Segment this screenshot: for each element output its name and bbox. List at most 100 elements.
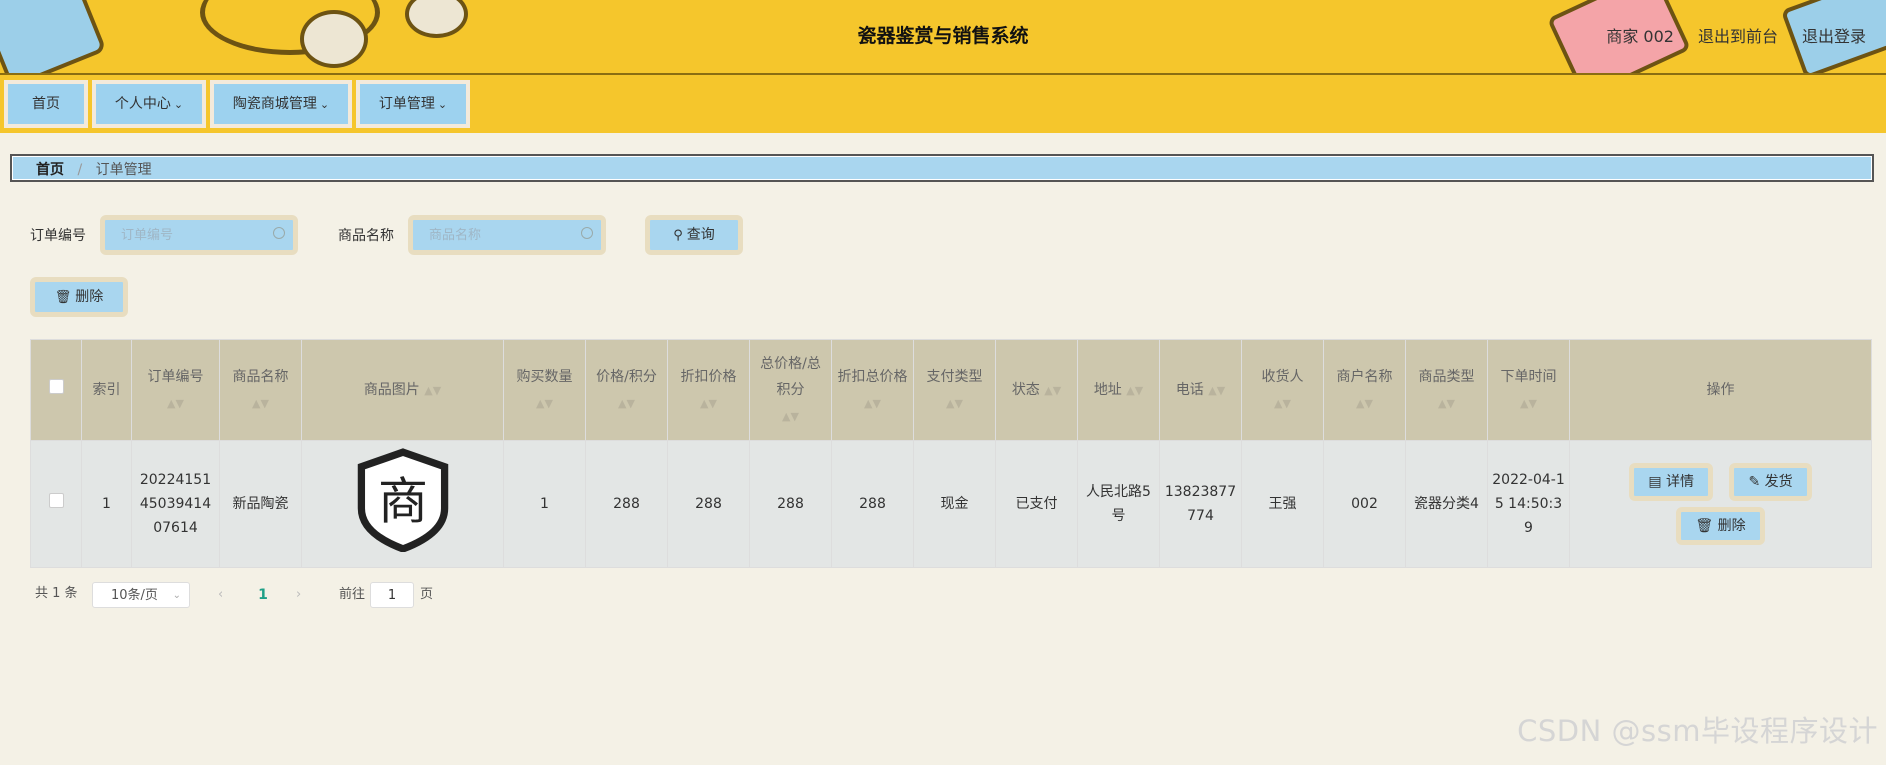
sort-icon[interactable]: ▲▼ xyxy=(1044,378,1061,404)
cell-quantity: 1 xyxy=(503,440,586,568)
detail-button[interactable]: ▤ 详情 xyxy=(1629,463,1714,501)
breadcrumb-home[interactable]: 首页 xyxy=(36,162,64,178)
col-label: 商品图片 xyxy=(363,381,420,398)
col-index: 索引 xyxy=(81,339,132,441)
sort-icon[interactable]: ▲▼ xyxy=(167,391,184,417)
col-label: 订单编号 xyxy=(147,368,204,385)
search-icon xyxy=(581,227,593,239)
col-address[interactable]: 地址 ▲▼ xyxy=(1077,339,1160,441)
col-label: 商品类型 xyxy=(1418,368,1475,385)
row-select-cell xyxy=(30,440,82,568)
sort-icon[interactable]: ▲▼ xyxy=(700,391,717,417)
sort-icon[interactable]: ▲▼ xyxy=(1438,391,1455,417)
sort-icon[interactable]: ▲▼ xyxy=(1520,391,1537,417)
col-product-image[interactable]: 商品图片 ▲▼ xyxy=(301,339,504,441)
detail-button-label: 详情 xyxy=(1666,474,1695,490)
col-product-type[interactable]: 商品类型 ▲▼ xyxy=(1405,339,1488,441)
sort-icon[interactable]: ▲▼ xyxy=(1356,391,1373,417)
bulk-delete-button[interactable]: 🗑 删除 xyxy=(30,277,128,317)
ship-button[interactable]: ✎ 发货 xyxy=(1729,463,1812,501)
orders-table-wrap: 索引 订单编号 ▲▼ 商品名称 ▲▼ 商品图片 ▲▼ 购买数量 ▲▼ 价格/积分 ▲▼… xyxy=(30,339,1872,568)
col-price-points[interactable]: 价格/积分 ▲▼ xyxy=(585,339,668,441)
ship-button-label: 发货 xyxy=(1764,474,1793,490)
sort-icon[interactable]: ▲▼ xyxy=(782,404,799,430)
col-total-price-points[interactable]: 总价格/总积分 ▲▼ xyxy=(749,339,832,441)
chevron-down-icon: ⌄ xyxy=(172,590,181,601)
breadcrumb-current: 订单管理 xyxy=(95,162,152,178)
col-actions: 操作 xyxy=(1569,339,1872,441)
col-label: 价格/积分 xyxy=(596,368,657,385)
order-no-label: 订单编号 xyxy=(30,228,86,244)
search-icon: ⚲ xyxy=(673,228,683,243)
query-button[interactable]: ⚲ 查询 xyxy=(645,215,743,255)
cell-total-price-points: 288 xyxy=(749,440,832,568)
col-label: 总价格/总积分 xyxy=(760,355,821,398)
logout-link[interactable]: 退出登录 xyxy=(1802,23,1866,47)
cell-receiver: 王强 xyxy=(1241,440,1324,568)
col-quantity[interactable]: 购买数量 ▲▼ xyxy=(503,339,586,441)
trash-icon: 🗑 xyxy=(54,290,72,305)
sort-icon[interactable]: ▲▼ xyxy=(536,391,553,417)
shop-shield-icon: 商 xyxy=(357,448,448,552)
row-checkbox[interactable] xyxy=(48,493,64,508)
cell-price-points: 288 xyxy=(585,440,668,568)
sort-icon[interactable]: ▲▼ xyxy=(424,378,441,404)
col-label: 电话 xyxy=(1175,381,1204,398)
cell-product-type: 瓷器分类4 xyxy=(1405,440,1488,568)
nav-item-label: 首页 xyxy=(32,96,60,112)
order-no-input[interactable] xyxy=(105,220,271,250)
table-row: 1 2022415145039414 07614 新品陶瓷 商 1 288 28… xyxy=(30,440,1872,568)
sort-icon[interactable]: ▲▼ xyxy=(864,391,881,417)
select-all-checkbox[interactable] xyxy=(48,379,64,394)
sort-icon[interactable]: ▲▼ xyxy=(946,391,963,417)
next-page-icon[interactable]: › xyxy=(296,582,301,608)
chevron-down-icon: ⌄ xyxy=(437,98,448,111)
bulk-delete-label: 删除 xyxy=(75,289,104,305)
col-phone[interactable]: 电话 ▲▼ xyxy=(1159,339,1242,441)
header-bar: 瓷器鉴赏与销售系统 商家 002 退出到前台 退出登录 xyxy=(0,0,1886,75)
col-discount-total[interactable]: 折扣总价格 ▲▼ xyxy=(831,339,914,441)
document-icon: ▤ xyxy=(1648,474,1662,490)
col-label: 支付类型 xyxy=(926,368,983,385)
col-discount-price[interactable]: 折扣价格 ▲▼ xyxy=(667,339,750,441)
edit-icon: ✎ xyxy=(1748,474,1761,490)
col-status[interactable]: 状态 ▲▼ xyxy=(995,339,1078,441)
col-receiver[interactable]: 收货人 ▲▼ xyxy=(1241,339,1324,441)
goto-page-input[interactable]: 1 xyxy=(370,582,414,608)
product-name-input[interactable] xyxy=(413,220,579,250)
nav-item-order-management[interactable]: 订单管理 ⌄ xyxy=(356,80,470,128)
cell-actions: ▤ 详情 ✎ 发货 🗑 删除 xyxy=(1569,440,1872,568)
row-delete-button[interactable]: 🗑 删除 xyxy=(1676,507,1765,545)
cell-merchant-name: 002 xyxy=(1323,440,1406,568)
chevron-down-icon: ⌄ xyxy=(173,98,184,111)
sort-icon[interactable]: ▲▼ xyxy=(1208,378,1225,404)
nav-item-ceramics-mall[interactable]: 陶瓷商城管理 ⌄ xyxy=(210,80,352,128)
sort-icon[interactable]: ▲▼ xyxy=(618,391,635,417)
product-name-search xyxy=(408,215,606,255)
cell-discount-total: 288 xyxy=(831,440,914,568)
sort-icon[interactable]: ▲▼ xyxy=(1274,391,1291,417)
prev-page-icon[interactable]: ‹ xyxy=(218,582,223,608)
nav-item-label: 订单管理 xyxy=(378,96,435,112)
row-delete-label: 删除 xyxy=(1717,518,1746,534)
col-order-no[interactable]: 订单编号 ▲▼ xyxy=(131,339,220,441)
col-product-name[interactable]: 商品名称 ▲▼ xyxy=(219,339,302,441)
page-size-value: 10条/页 xyxy=(111,588,158,603)
col-pay-type[interactable]: 支付类型 ▲▼ xyxy=(913,339,996,441)
product-name-label: 商品名称 xyxy=(338,228,394,244)
app-title: 瓷器鉴赏与销售系统 xyxy=(857,25,1029,47)
sort-icon[interactable]: ▲▼ xyxy=(1126,378,1143,404)
sort-icon[interactable]: ▲▼ xyxy=(252,391,269,417)
nav-item-personal-center[interactable]: 个人中心 ⌄ xyxy=(92,80,206,128)
col-label: 下单时间 xyxy=(1500,368,1557,385)
col-label: 收货人 xyxy=(1261,368,1304,385)
page-unit-label: 页 xyxy=(420,587,434,602)
page-size-select[interactable]: 10条/页 ⌄ xyxy=(92,582,190,608)
current-page[interactable]: 1 xyxy=(252,582,274,608)
cell-address: 人民北路5号 xyxy=(1077,440,1160,568)
col-merchant-name[interactable]: 商户名称 ▲▼ xyxy=(1323,339,1406,441)
nav-item-home[interactable]: 首页 xyxy=(4,80,88,128)
back-to-front-link[interactable]: 退出到前台 xyxy=(1698,23,1778,47)
col-label: 折扣总价格 xyxy=(837,368,908,385)
col-order-time[interactable]: 下单时间 ▲▼ xyxy=(1487,339,1570,441)
